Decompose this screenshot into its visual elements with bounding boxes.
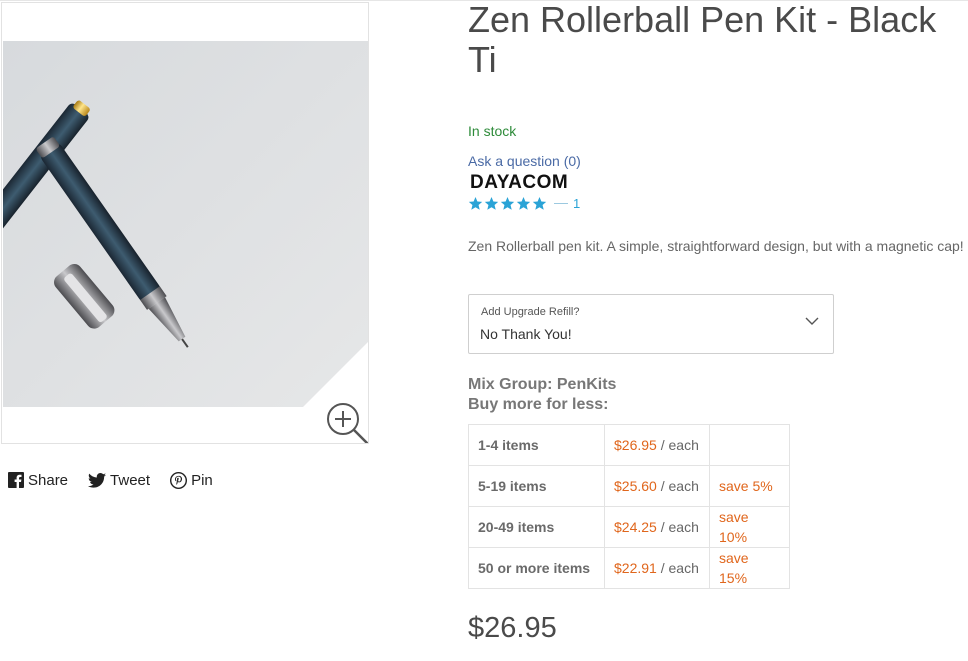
tier-price-cell: $25.60 / each (604, 465, 710, 507)
tier-unit: / each (656, 437, 699, 453)
facebook-share-label: Share (28, 471, 69, 489)
tier-savings (709, 424, 790, 466)
rating-stars (468, 196, 548, 211)
pinterest-pin-label: Pin (191, 471, 213, 489)
product-title: Zen Rollerball Pen Kit - Black Ti (468, 0, 937, 80)
tier-unit: / each (656, 519, 699, 535)
twitter-tweet-label: Tweet (110, 471, 151, 489)
rating-count[interactable]: 1 (573, 196, 580, 211)
tier-quantity: 50 or more items (468, 547, 605, 589)
tier-price-cell: $22.91 / each (604, 547, 710, 589)
table-row: 50 or more items $22.91 / each save 15% (468, 547, 790, 589)
tier-savings: save 5% (709, 465, 790, 507)
mix-group-name: Mix Group: PenKits (468, 376, 617, 393)
product-photo[interactable] (3, 41, 369, 407)
ask-question-link[interactable]: Ask a question (0) (468, 153, 581, 169)
tier-quantity: 1-4 items (468, 424, 605, 466)
pinterest-icon (170, 471, 188, 489)
facebook-share-button[interactable]: Share (8, 472, 68, 489)
star-icon (500, 196, 515, 210)
table-row: 20-49 items $24.25 / each save 10% (468, 506, 790, 548)
tier-savings: save 15% (709, 547, 790, 589)
share-bar: Share Tweet Pin (8, 470, 233, 490)
brand-name: DAYACOM (470, 172, 569, 193)
tier-unit: / each (656, 478, 699, 494)
stock-status: In stock (468, 123, 517, 139)
tier-savings: save 10% (709, 506, 790, 548)
product-description: Zen Rollerball pen kit. A simple, straig… (468, 238, 964, 254)
upgrade-refill-label: Add Upgrade Refill? (481, 306, 580, 318)
zoom-icon[interactable] (324, 401, 369, 444)
twitter-icon (88, 472, 107, 488)
pinterest-pin-button[interactable]: Pin (170, 471, 213, 489)
rating[interactable]: 1 (468, 196, 580, 211)
star-icon (532, 196, 547, 210)
tier-price-cell: $26.95 / each (604, 424, 710, 466)
product-image-card (1, 2, 369, 444)
table-row: 1-4 items $26.95 / each (468, 424, 790, 466)
quantity-discount-table: 1-4 items $26.95 / each 5-19 items $25.6… (468, 424, 790, 589)
star-icon (516, 196, 531, 210)
bulk-discount-note: Buy more for less: (468, 396, 609, 413)
tier-price: $25.60 (614, 478, 657, 494)
mix-group-heading: Mix Group: PenKits Buy more for less: (468, 375, 616, 415)
tier-price: $22.91 (614, 560, 657, 576)
tier-unit: / each (656, 560, 699, 576)
tier-price: $26.95 (614, 437, 657, 453)
table-row: 5-19 items $25.60 / each save 5% (468, 465, 790, 507)
chevron-down-icon (805, 317, 819, 325)
tier-price-cell: $24.25 / each (604, 506, 710, 548)
upgrade-refill-select[interactable]: Add Upgrade Refill? No Thank You! (468, 294, 834, 354)
upgrade-refill-value: No Thank You! (480, 326, 572, 342)
twitter-tweet-button[interactable]: Tweet (88, 472, 150, 489)
star-icon (484, 196, 499, 210)
facebook-icon (8, 472, 24, 488)
tier-price: $24.25 (614, 519, 657, 535)
product-page: Share Tweet Pin Zen Rollerball Pen Kit -… (0, 0, 968, 661)
rating-separator (554, 203, 568, 204)
star-icon (468, 196, 483, 210)
tier-quantity: 5-19 items (468, 465, 605, 507)
tier-quantity: 20-49 items (468, 506, 605, 548)
product-price: $26.95 (468, 612, 557, 644)
